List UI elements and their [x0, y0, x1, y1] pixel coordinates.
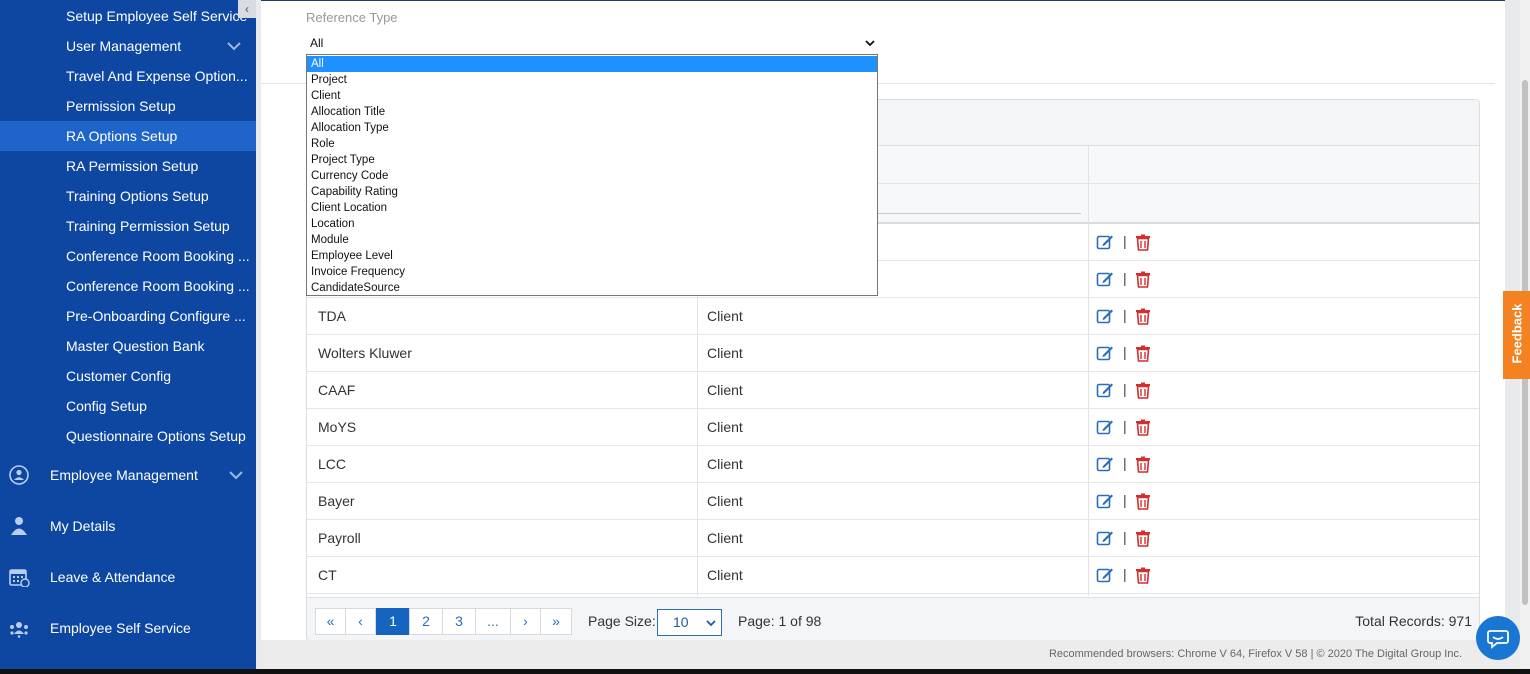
trash-icon[interactable]: [1135, 382, 1151, 399]
edit-icon[interactable]: [1096, 381, 1114, 399]
first-page-button[interactable]: «: [315, 608, 346, 635]
edit-icon[interactable]: [1096, 455, 1114, 473]
sidebar-item-pre-onboarding-configure[interactable]: Pre-Onboarding Configure ...: [0, 301, 256, 331]
table-row: CT Client |: [307, 557, 1479, 594]
option-employee-level[interactable]: Employee Level: [307, 248, 877, 264]
sidebar: Setup Employee Self Service User Managem…: [0, 0, 256, 669]
trash-icon[interactable]: [1135, 271, 1151, 288]
option-currency-code[interactable]: Currency Code: [307, 168, 877, 184]
table-row: LCC Client |: [307, 446, 1479, 483]
option-location[interactable]: Location: [307, 216, 877, 232]
table-row: TDA Client |: [307, 298, 1479, 335]
total-records: Total Records: 971: [1355, 613, 1472, 629]
reference-type-select[interactable]: All: [306, 34, 878, 54]
trash-icon[interactable]: [1135, 493, 1151, 510]
sidebar-item-conference-room-booking-2[interactable]: Conference Room Booking ...: [0, 271, 256, 301]
page-1-button[interactable]: 1: [376, 608, 410, 635]
taskbar-edge: [0, 669, 1530, 674]
trash-icon[interactable]: [1135, 308, 1151, 325]
sidebar-item-questionnaire-options-setup[interactable]: Questionnaire Options Setup: [0, 421, 256, 451]
sidebar-item-ra-options-setup[interactable]: RA Options Setup: [0, 121, 256, 151]
edit-icon[interactable]: [1096, 492, 1114, 510]
chevron-down-icon: [865, 40, 875, 47]
footer: Recommended browsers: Chrome V 64, Firef…: [261, 640, 1520, 669]
edit-icon[interactable]: [1096, 418, 1114, 436]
edit-icon[interactable]: [1096, 344, 1114, 362]
edit-icon[interactable]: [1096, 566, 1114, 584]
sidebar-item-user-management[interactable]: User Management: [0, 31, 256, 61]
option-project[interactable]: Project: [307, 72, 877, 88]
page-info: Page: 1 of 98: [738, 613, 822, 629]
calendar-icon: [9, 569, 30, 587]
sidebar-item-my-details[interactable]: My Details: [0, 501, 256, 551]
chat-button[interactable]: [1476, 616, 1520, 660]
edit-icon[interactable]: [1096, 270, 1114, 288]
trash-icon[interactable]: [1135, 345, 1151, 362]
option-invoice-frequency[interactable]: Invoice Frequency: [307, 264, 877, 280]
group-icon: [10, 622, 28, 638]
sidebar-item-travel-expense-options[interactable]: Travel And Expense Option...: [0, 61, 256, 91]
table-row: Bayer Client |: [307, 483, 1479, 520]
page-2-button[interactable]: 2: [409, 608, 443, 635]
sidebar-item-training-options-setup[interactable]: Training Options Setup: [0, 181, 256, 211]
sidebar-item-config-setup[interactable]: Config Setup: [0, 391, 256, 421]
edit-icon[interactable]: [1096, 307, 1114, 325]
sidebar-item-customer-config[interactable]: Customer Config: [0, 361, 256, 391]
table-row: Wolters Kluwer Client |: [307, 335, 1479, 372]
chat-icon: [1487, 630, 1509, 649]
option-all[interactable]: All: [307, 56, 877, 72]
option-client-location[interactable]: Client Location: [307, 200, 877, 216]
sidebar-item-leave-attendance[interactable]: Leave & Attendance: [0, 552, 256, 602]
sidebar-item-training-permission-setup[interactable]: Training Permission Setup: [0, 211, 256, 241]
sidebar-item-permission-setup[interactable]: Permission Setup: [0, 91, 256, 121]
trash-icon[interactable]: [1135, 567, 1151, 584]
trash-icon[interactable]: [1135, 530, 1151, 547]
reference-type-options: All Project Client Allocation Title Allo…: [306, 54, 878, 296]
option-project-type[interactable]: Project Type: [307, 152, 877, 168]
more-pages-button[interactable]: ...: [475, 608, 511, 635]
table-row: CAAF Client |: [307, 372, 1479, 409]
chevron-down-icon: [706, 620, 716, 627]
edit-icon[interactable]: [1096, 529, 1114, 547]
sidebar-item-setup-employee-self-service[interactable]: Setup Employee Self Service: [0, 1, 256, 31]
sidebar-item-ra-permission-setup[interactable]: RA Permission Setup: [0, 151, 256, 181]
table-row: MoYS Client |: [307, 409, 1479, 446]
employee-icon: [9, 465, 29, 485]
page-size-select[interactable]: 10: [657, 609, 722, 636]
feedback-tab[interactable]: Feedback: [1503, 291, 1530, 379]
option-candidate-source[interactable]: CandidateSource: [307, 280, 877, 296]
chevron-down-icon[interactable]: [228, 467, 244, 483]
reference-type-label: Reference Type: [306, 10, 398, 25]
trash-icon[interactable]: [1135, 419, 1151, 436]
page-3-button[interactable]: 3: [442, 608, 476, 635]
option-module[interactable]: Module: [307, 232, 877, 248]
sidebar-collapse-button[interactable]: ‹: [238, 0, 256, 18]
next-page-button[interactable]: ›: [510, 608, 541, 635]
last-page-button[interactable]: »: [540, 608, 572, 635]
chevron-down-icon[interactable]: [226, 38, 242, 54]
trash-icon[interactable]: [1135, 234, 1151, 251]
option-client[interactable]: Client: [307, 88, 877, 104]
option-allocation-title[interactable]: Allocation Title: [307, 104, 877, 120]
pagination-bar: « ‹ 1 2 3 ... › » Page Size: 10 Page: 1 …: [307, 597, 1479, 640]
option-allocation-type[interactable]: Allocation Type: [307, 120, 877, 136]
page-size-label: Page Size:: [588, 613, 656, 629]
prev-page-button[interactable]: ‹: [345, 608, 376, 635]
trash-icon[interactable]: [1135, 456, 1151, 473]
sidebar-item-master-question-bank[interactable]: Master Question Bank: [0, 331, 256, 361]
sidebar-item-conference-room-booking-1[interactable]: Conference Room Booking ...: [0, 241, 256, 271]
option-capability-rating[interactable]: Capability Rating: [307, 184, 877, 200]
sidebar-item-employee-self-service[interactable]: Employee Self Service: [0, 603, 256, 653]
sidebar-item-employee-management[interactable]: Employee Management: [0, 450, 256, 500]
edit-icon[interactable]: [1096, 233, 1114, 251]
option-role[interactable]: Role: [307, 136, 877, 152]
person-icon: [11, 517, 27, 535]
table-row: Payroll Client |: [307, 520, 1479, 557]
